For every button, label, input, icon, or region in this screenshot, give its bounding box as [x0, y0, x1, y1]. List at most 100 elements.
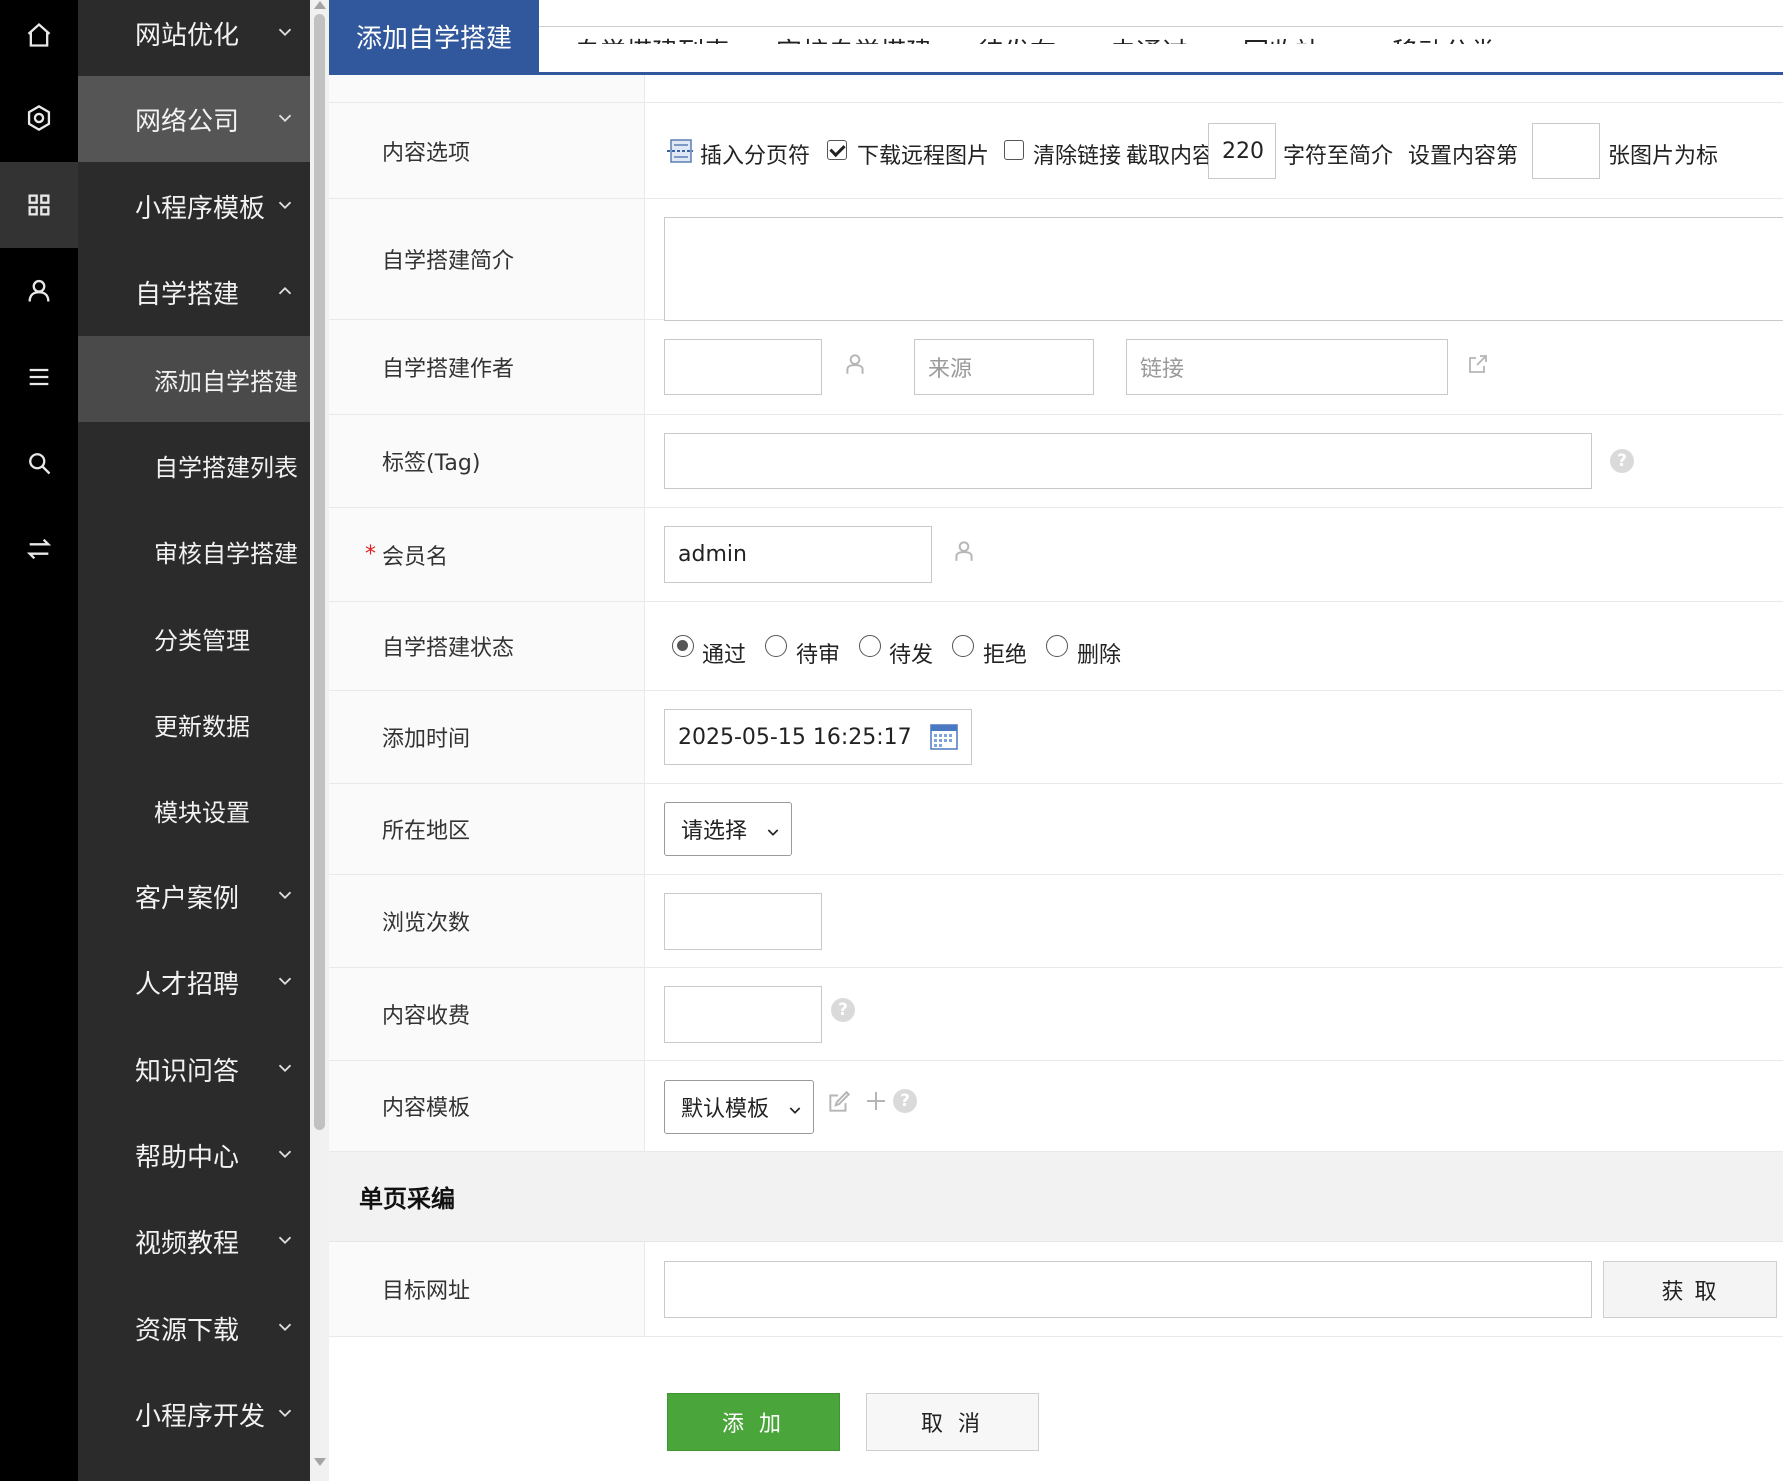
- fee-input[interactable]: [664, 986, 822, 1043]
- user-icon[interactable]: [842, 351, 868, 377]
- label-author: 自学搭建作者: [329, 320, 645, 414]
- settings-icon[interactable]: [0, 75, 78, 161]
- menu-item-seo[interactable]: 网站优化: [78, 0, 310, 76]
- row-tag: 标签(Tag) ?: [329, 415, 1783, 508]
- download-remote-images-label: 下载远程图片: [857, 144, 990, 169]
- views-input[interactable]: [664, 893, 822, 950]
- menu-item-miniprogram-dev[interactable]: 小程序开发: [78, 1371, 310, 1457]
- grid-icon[interactable]: [0, 162, 78, 248]
- label-member: * 会员名: [329, 508, 645, 601]
- status-option-label: 拒绝: [983, 643, 1028, 668]
- row-region: 所在地区 请选择: [329, 784, 1783, 875]
- chevron-down-icon: [274, 1228, 296, 1250]
- tab-add-self-build[interactable]: 添加自学搭建: [329, 0, 539, 72]
- label-views: 浏览次数: [329, 875, 645, 967]
- row-intro: 自学搭建简介: [329, 199, 1783, 321]
- menu-item-qa[interactable]: 知识问答: [78, 1026, 310, 1112]
- scroll-up-arrow[interactable]: [314, 1, 326, 9]
- status-radio-rejected[interactable]: [952, 635, 974, 657]
- submenu-update-data[interactable]: 更新数据: [78, 681, 310, 767]
- author-input[interactable]: [664, 339, 822, 395]
- user-icon[interactable]: [0, 248, 78, 334]
- scroll-thumb[interactable]: [314, 14, 325, 1130]
- status-option-label: 待发: [889, 643, 934, 668]
- edit-icon[interactable]: [826, 1089, 852, 1115]
- external-link-icon[interactable]: [1466, 352, 1490, 376]
- tab-pending-publish[interactable]: 待发布: [967, 16, 1067, 44]
- add-button[interactable]: 添 加: [667, 1393, 840, 1451]
- chevron-down-icon: [274, 969, 296, 991]
- row-template: 内容模板 默认模板 ?: [329, 1061, 1783, 1152]
- menu-item-video[interactable]: 视频教程: [78, 1198, 310, 1284]
- form-top-strip: [329, 75, 1783, 103]
- tab-rejected[interactable]: 未通过: [1099, 16, 1199, 44]
- status-radio-pending-publish[interactable]: [859, 635, 881, 657]
- tab-self-build-list[interactable]: 自学搭建列表: [567, 16, 737, 44]
- status-radio-deleted[interactable]: [1046, 635, 1068, 657]
- help-icon[interactable]: ?: [831, 998, 855, 1022]
- extract-prefix-label: 截取内容: [1126, 144, 1215, 169]
- menu-item-help[interactable]: 帮助中心: [78, 1112, 310, 1198]
- member-name-input[interactable]: admin: [664, 526, 932, 583]
- template-select[interactable]: 默认模板: [664, 1080, 814, 1134]
- home-icon[interactable]: [0, 0, 78, 78]
- download-remote-images-checkbox[interactable]: [827, 140, 847, 160]
- submenu-module-settings[interactable]: 模块设置: [78, 767, 310, 853]
- label-content-options: 内容选项: [329, 103, 645, 198]
- switch-icon[interactable]: [0, 506, 78, 592]
- menu-item-cases[interactable]: 客户案例: [78, 853, 310, 939]
- list-icon[interactable]: [0, 334, 78, 420]
- set-image-count-input[interactable]: [1532, 123, 1600, 179]
- chevron-down-icon: [274, 1142, 296, 1164]
- menu-item-self-build[interactable]: 自学搭建: [78, 249, 310, 335]
- tab-move-category[interactable]: 移动分类: [1369, 16, 1519, 44]
- row-member: * 会员名 admin: [329, 508, 1783, 602]
- fetch-button[interactable]: 获 取: [1603, 1261, 1777, 1318]
- menu-item-downloads[interactable]: 资源下载: [78, 1285, 310, 1371]
- tab-review-self-build[interactable]: 审核自学搭建: [769, 16, 939, 44]
- menu-item-recruit[interactable]: 人才招聘: [78, 939, 310, 1025]
- side-menu: 网站优化 网络公司 小程序模板 自学搭建 添加自学搭建 自学搭建列表 审核自学搭…: [78, 0, 310, 1481]
- submenu-add-self-build[interactable]: 添加自学搭建: [78, 336, 310, 422]
- link-input[interactable]: 链接: [1126, 339, 1448, 395]
- plus-icon[interactable]: [864, 1089, 888, 1113]
- tag-input[interactable]: [664, 433, 1592, 489]
- sidebar-scrollbar[interactable]: [310, 0, 329, 1481]
- insert-pagebreak-link[interactable]: 插入分页符: [700, 138, 810, 170]
- intro-textarea[interactable]: [664, 217, 1783, 321]
- help-icon[interactable]: ?: [893, 1089, 917, 1113]
- label-target-url: 目标网址: [329, 1242, 645, 1336]
- scroll-down-arrow[interactable]: [314, 1458, 326, 1466]
- cancel-button[interactable]: 取 消: [866, 1393, 1039, 1451]
- tab-recycle-bin[interactable]: 回收站: [1232, 16, 1332, 44]
- tab-bar: 添加自学搭建 自学搭建列表 审核自学搭建 待发布 未通过 回收站 移动分类: [329, 0, 1783, 75]
- label-region: 所在地区: [329, 784, 645, 874]
- region-select[interactable]: 请选择: [664, 802, 792, 856]
- menu-item-miniprogram-template[interactable]: 小程序模板: [78, 163, 310, 249]
- row-content-options: 内容选项 插入分页符 下载远程图片 清除链接 截取内容 220 字符至简介 设置…: [329, 103, 1783, 199]
- user-icon[interactable]: [951, 538, 977, 564]
- submenu-category-manage[interactable]: 分类管理: [78, 595, 310, 681]
- status-option-label: 通过: [702, 643, 747, 668]
- menu-item-network-company[interactable]: 网络公司: [78, 76, 310, 162]
- submenu-self-build-list[interactable]: 自学搭建列表: [78, 422, 310, 508]
- icon-bar: [0, 0, 78, 1481]
- label-template: 内容模板: [329, 1061, 645, 1151]
- row-author: 自学搭建作者 来源 链接: [329, 320, 1783, 415]
- set-prefix-label: 设置内容第: [1408, 144, 1519, 169]
- calendar-icon[interactable]: [929, 721, 959, 751]
- status-radio-pending-review[interactable]: [765, 635, 787, 657]
- add-time-input[interactable]: 2025-05-15 16:25:17: [664, 709, 972, 765]
- help-icon[interactable]: ?: [1610, 449, 1634, 473]
- chevron-down-icon: [274, 20, 296, 42]
- pagebreak-icon[interactable]: [665, 137, 695, 165]
- clear-links-checkbox[interactable]: [1004, 140, 1024, 160]
- chevron-down-icon: [274, 883, 296, 905]
- source-input[interactable]: 来源: [914, 339, 1094, 395]
- target-url-input[interactable]: [664, 1261, 1592, 1318]
- status-option-label: 待审: [796, 643, 841, 668]
- search-icon[interactable]: [0, 420, 78, 506]
- submenu-review-self-build[interactable]: 审核自学搭建: [78, 508, 310, 594]
- status-radio-approved[interactable]: [672, 635, 694, 657]
- extract-count-input[interactable]: 220: [1208, 123, 1276, 179]
